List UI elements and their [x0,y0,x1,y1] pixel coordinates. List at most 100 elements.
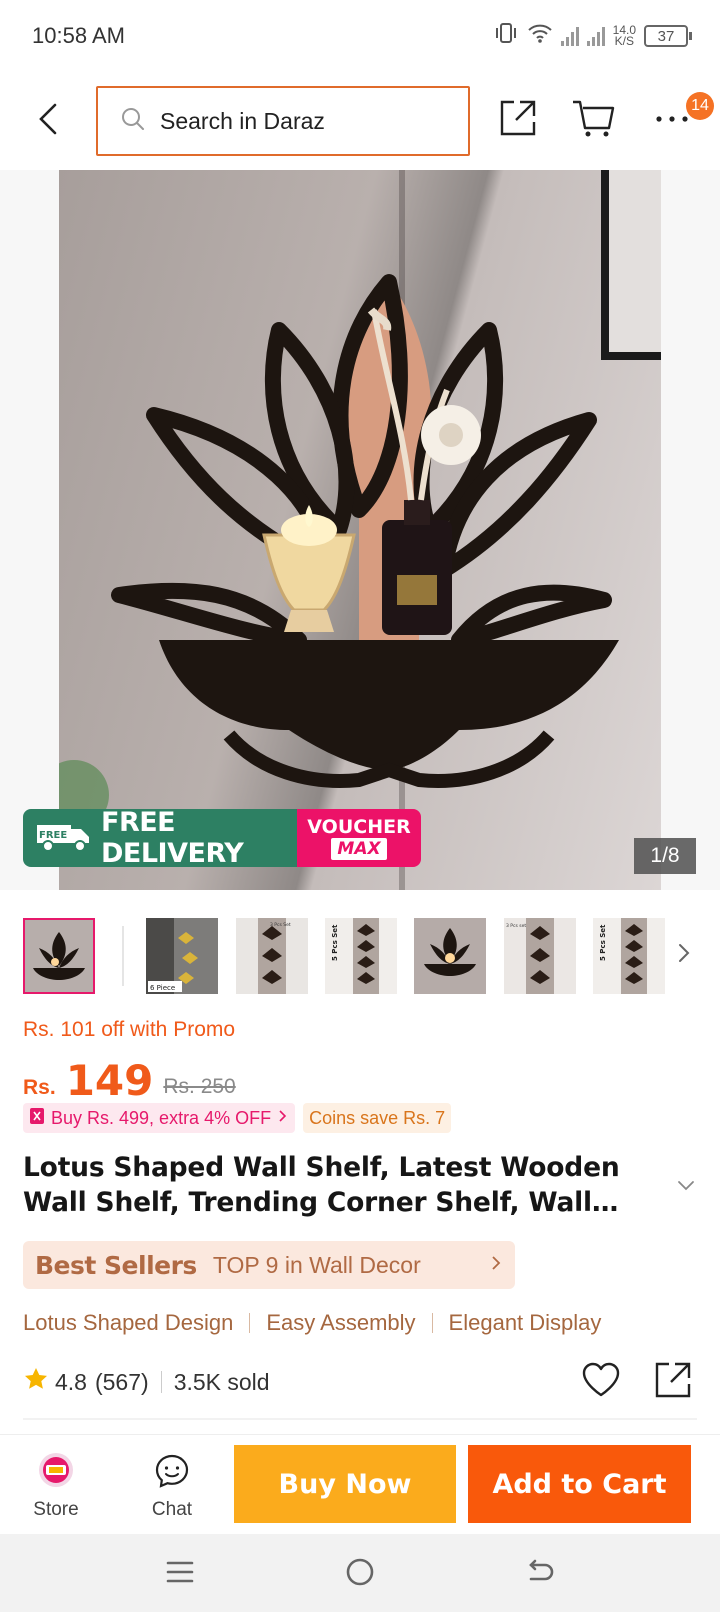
product-title: Lotus Shaped Wall Shelf, Latest Wooden W… [23,1152,620,1218]
product-image[interactable] [59,170,661,890]
menu-button[interactable] [160,1556,200,1592]
store-icon [37,1451,75,1495]
best-sellers-label: Best Sellers [35,1250,197,1280]
bundle-offer-chip[interactable]: Buy Rs. 499, extra 4% OFF [23,1103,296,1133]
promo-chips: Buy Rs. 499, extra 4% OFF Coins save Rs.… [23,1103,452,1133]
wifi-icon [527,22,553,50]
net-speed: 14.0 K/S [613,24,636,48]
status-bar: 10:58 AM 14.0 K/S 37 [0,0,720,72]
old-price: Rs. 250 [163,1075,236,1098]
thumbnail-2[interactable]: 6 Piece [146,918,218,994]
thumbnail-6[interactable]: 3 Pcs set [504,918,576,994]
free-tag: FREE [39,830,67,841]
price-currency: Rs. [23,1076,56,1099]
title-expand-button[interactable] [674,1176,698,1201]
free-delivery-badge: FREE FREE DELIVERY [23,809,297,867]
thumbnails-next-button[interactable] [672,938,696,973]
coins-chip[interactable]: Coins save Rs. 7 [303,1103,452,1133]
price-value: 149 [65,1056,154,1105]
gallery-page-indicator: 1/8 [634,838,696,874]
battery-icon: 37 [644,25,692,47]
review-count[interactable]: (567) [95,1369,149,1396]
thumbnail-divider [122,926,124,986]
chevron-right-icon [277,1108,289,1129]
thumbnail-4-label: 5 Pcs Set [331,924,339,961]
free-delivery-label: FREE DELIVERY [101,809,244,867]
search-input[interactable]: Search in Daraz [96,86,470,156]
voucher-label: VOUCHER [307,816,411,838]
status-icons: 14.0 K/S 37 [493,22,692,50]
voucher-max-badge: VOUCHER MAX [297,809,421,867]
thumbnail-strip[interactable]: 6 Piece 3 Pcs Set 5 Pcs Set 3 Pcs set 5 … [0,918,720,994]
system-navigation-bar [0,1534,720,1612]
back-arrow-icon [37,102,59,141]
best-sellers-rank: TOP 9 in Wall Decor [212,1251,421,1278]
lotus-shelf-illustration [111,274,619,788]
bottom-action-bar: Store Chat Buy Now Add to Cart [0,1434,720,1534]
chevron-right-icon [672,944,696,972]
chat-button[interactable]: Chat [132,1445,212,1529]
cart-button[interactable] [571,98,615,142]
signal-icon-2 [586,26,605,46]
buy-now-button[interactable]: Buy Now [234,1445,456,1523]
rating-value[interactable]: 4.8 [55,1369,87,1396]
feature-separator [431,1313,433,1333]
delivery-truck-icon: FREE [35,819,93,858]
thumbnail-5[interactable] [414,918,486,994]
store-button[interactable]: Store [16,1445,96,1529]
product-share-button[interactable] [653,1360,693,1406]
thumbnail-6-label: 3 Pcs set [506,923,526,929]
bundle-offer-label: Buy Rs. 499, extra 4% OFF [51,1107,272,1128]
thumbnail-2-label: 6 Piece [150,984,175,992]
search-placeholder: Search in Daraz [160,107,325,134]
feature-tag: Lotus Shaped Design [23,1310,234,1335]
chevron-down-icon [674,1181,698,1200]
back-button[interactable] [0,72,96,170]
feature-tag: Elegant Display [448,1310,602,1335]
vibrate-icon [493,22,519,50]
thumbnail-1[interactable] [23,918,95,994]
thumbnail-7[interactable]: 5 Pcs Set [593,918,665,994]
heart-icon [581,1362,621,1403]
star-icon [23,1366,49,1398]
net-speed-unit: K/S [614,34,634,48]
thumbnail-7-label: 5 Pcs Set [599,924,607,961]
feature-tags: Lotus Shaped Design Easy Assembly Elegan… [23,1310,601,1336]
feature-separator [249,1313,251,1333]
bundle-icon [29,1107,45,1130]
home-button[interactable] [340,1556,380,1592]
rating-separator [160,1371,162,1393]
back-icon [525,1559,555,1590]
chat-icon [154,1453,190,1495]
product-gallery[interactable]: FREE FREE DELIVERY VOUCHER MAX 1/8 [0,170,720,890]
share-icon [653,1362,693,1405]
thumbnail-3[interactable]: 3 Pcs Set [236,918,308,994]
store-label: Store [33,1499,79,1520]
product-actions [581,1360,693,1406]
top-nav: Search in Daraz 14 [0,72,720,170]
coins-label: Coins save Rs. 7 [309,1107,446,1128]
promo-banner[interactable]: FREE FREE DELIVERY VOUCHER MAX [23,809,421,867]
chevron-right-icon [489,1253,503,1278]
share-button[interactable] [496,98,540,142]
cart-icon [571,98,615,143]
price-row: Rs. 149 Rs. 250 [23,1048,236,1106]
feature-tag: Easy Assembly [266,1310,416,1335]
status-time: 10:58 AM [32,23,125,48]
share-icon [498,98,538,143]
chat-label: Chat [151,1499,193,1520]
promo-discount-text[interactable]: Rs. 101 off with Promo [23,1018,235,1042]
section-divider [23,1418,697,1420]
thumbnail-4[interactable]: 5 Pcs Set [325,918,397,994]
cart-badge: 14 [686,92,714,120]
system-back-button[interactable] [520,1556,560,1592]
menu-icon [166,1559,194,1590]
wishlist-button[interactable] [581,1362,621,1404]
add-to-cart-button[interactable]: Add to Cart [468,1445,691,1523]
signal-icon [560,26,579,46]
sold-count: 3.5K sold [173,1368,270,1395]
home-icon [345,1557,375,1592]
thumbnail-3-label: 3 Pcs Set [270,922,291,928]
best-sellers-banner[interactable]: Best Sellers TOP 9 in Wall Decor [23,1241,515,1289]
more-icon [654,111,690,129]
